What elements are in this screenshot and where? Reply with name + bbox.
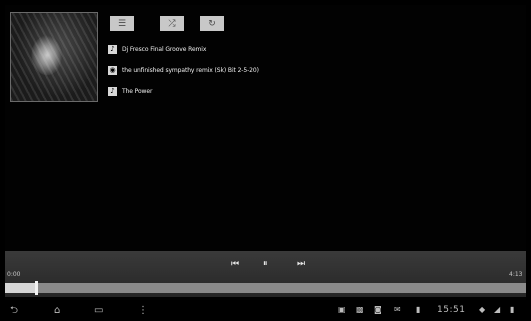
track-artist-row: ♪ Dj Fresco Final Groove Remix: [108, 43, 206, 55]
clock: 15:51: [437, 305, 466, 315]
seek-bar[interactable]: [5, 283, 526, 293]
total-time: 4:13: [509, 271, 523, 278]
track-album-row: ♪ The Power: [108, 85, 152, 97]
track-title: the unfinished sympathy remix (Sk) Bit 2…: [122, 66, 259, 74]
album-icon: ♪: [108, 86, 117, 96]
shuffle-icon: ⤮: [168, 18, 176, 29]
sd-card-icon: ▮: [416, 305, 421, 314]
track-album: The Power: [122, 87, 153, 95]
back-icon[interactable]: ⮌: [10, 305, 18, 316]
artist-icon: ♪: [108, 44, 117, 54]
menu-icon[interactable]: ⋮: [138, 305, 148, 316]
playback-panel: 0:00 ⏮ ⏸ ⏭ 4:13: [5, 251, 526, 297]
home-icon[interactable]: ⌂: [54, 305, 60, 316]
camera-icon: ◙: [374, 305, 382, 314]
seek-progress: [5, 283, 37, 293]
track-artist: Dj Fresco Final Groove Remix: [122, 45, 207, 53]
system-navigation-bar: ⮌ ⌂ ▭ ⋮ ▣ ▩ ◙ ✉ ▮ 15:51 ◆ ◢ ▮: [0, 300, 531, 321]
pause-button[interactable]: ⏸: [263, 258, 268, 270]
email-icon: ✉: [394, 305, 401, 314]
notification-icon: ▣: [338, 305, 346, 314]
recents-icon[interactable]: ▭: [94, 305, 103, 316]
previous-button[interactable]: ⏮: [231, 258, 239, 270]
signal-icon: ◢: [494, 305, 501, 314]
battery-icon: ▮: [510, 305, 515, 314]
repeat-icon: ↻: [208, 18, 216, 29]
next-button[interactable]: ⏭: [297, 258, 305, 270]
shuffle-button[interactable]: ⤮: [160, 16, 184, 31]
elapsed-time: 0:00: [7, 271, 21, 278]
playlist-toggle-button[interactable]: ☰: [110, 16, 134, 31]
track-title-row: ◉ the unfinished sympathy remix (Sk) Bit…: [108, 64, 259, 76]
album-art: [10, 12, 98, 102]
seek-thumb[interactable]: [35, 281, 39, 295]
list-icon: ☰: [117, 18, 127, 29]
wifi-icon: ◆: [479, 305, 486, 314]
gallery-icon: ▩: [356, 305, 364, 314]
disc-icon: ◉: [108, 65, 117, 75]
repeat-button[interactable]: ↻: [200, 16, 224, 31]
